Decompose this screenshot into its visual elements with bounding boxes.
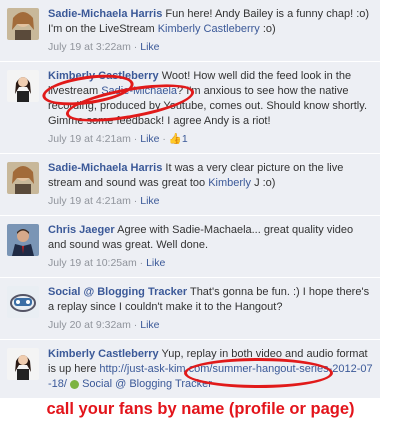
comment-body: Kimberly Castleberry Yup, replay in both… <box>48 347 374 392</box>
comment-item: Sadie-Michaela Harris It was a very clea… <box>0 154 380 216</box>
comment-body: Chris Jaeger Agree with Sadie-Machaela..… <box>48 223 374 253</box>
comment-item: Kimberly Castleberry Woot! How well did … <box>0 62 380 154</box>
mention-link[interactable]: Social @ Blogging Tracker <box>82 378 212 390</box>
comment-author-link[interactable]: Kimberly Castleberry <box>48 70 159 82</box>
comment-body: Kimberly Castleberry Woot! How well did … <box>48 69 374 129</box>
avatar[interactable] <box>7 162 39 194</box>
page-icon <box>70 379 80 389</box>
comment-meta: July 19 at 10:25am · Like <box>48 257 166 269</box>
comment-author-link[interactable]: Kimberly Castleberry <box>48 348 159 360</box>
comment-author-link[interactable]: Sadie-Michaela Harris <box>48 8 162 20</box>
like-link[interactable]: Like <box>140 319 159 331</box>
comment-timestamp[interactable]: July 19 at 3:22am <box>48 41 131 53</box>
avatar[interactable] <box>7 224 39 256</box>
comment-author-link[interactable]: Social @ Blogging Tracker <box>48 286 187 298</box>
like-link[interactable]: Like <box>140 195 159 207</box>
mention-link[interactable]: Kimberly <box>208 177 251 189</box>
comment-text: Fun here! Andy Bailey is a funny chap! :… <box>165 8 370 20</box>
comment-meta: July 19 at 4:21am · Like <box>48 195 160 207</box>
callout-caption: call your fans by name (profile or page) <box>46 400 355 418</box>
comment-body: Sadie-Michaela Harris Fun here! Andy Bai… <box>48 7 374 37</box>
mention-link[interactable]: Kimberly Castleberry <box>158 23 260 35</box>
comment-item: Social @ Blogging Tracker That's gonna b… <box>0 278 380 340</box>
comment-body: Sadie-Michaela Harris It was a very clea… <box>48 161 374 191</box>
thumbs-up-icon: 👍 <box>168 133 182 145</box>
mention-link[interactable]: Sadie-Michaela <box>101 85 177 97</box>
comment-body: Social @ Blogging Tracker That's gonna b… <box>48 285 374 315</box>
comment-text: I'm on the LiveStream <box>48 23 158 35</box>
comment-author-link[interactable]: Chris Jaeger <box>48 224 115 236</box>
avatar[interactable] <box>7 286 39 318</box>
comment-text: :o) <box>259 23 276 35</box>
comment-feed: Sadie-Michaela Harris Fun here! Andy Bai… <box>0 0 380 399</box>
comment-meta: July 20 at 9:32am · Like <box>48 319 160 331</box>
like-count[interactable]: 1 <box>182 133 188 145</box>
comment-author-link[interactable]: Sadie-Michaela Harris <box>48 162 162 174</box>
comment-meta: July 19 at 3:22am · Like <box>48 41 160 53</box>
like-link[interactable]: Like <box>146 257 165 269</box>
comment-item: Chris Jaeger Agree with Sadie-Machaela..… <box>0 216 380 278</box>
comment-item: Sadie-Michaela Harris Fun here! Andy Bai… <box>0 0 380 62</box>
comment-timestamp[interactable]: July 19 at 4:21am <box>48 133 131 145</box>
comment-timestamp[interactable]: July 19 at 10:25am <box>48 257 137 269</box>
comment-timestamp[interactable]: July 19 at 4:21am <box>48 195 131 207</box>
comment-text: J :o) <box>251 177 276 189</box>
like-link[interactable]: Like <box>140 41 159 53</box>
comment-meta: July 19 at 4:21am · Like · 👍1 <box>48 133 188 145</box>
avatar[interactable] <box>7 70 39 102</box>
comment-timestamp[interactable]: July 20 at 9:32am <box>48 319 131 331</box>
like-link[interactable]: Like <box>140 133 159 145</box>
avatar[interactable] <box>7 8 39 40</box>
comment-item: Kimberly Castleberry Yup, replay in both… <box>0 340 380 399</box>
avatar[interactable] <box>7 348 39 380</box>
